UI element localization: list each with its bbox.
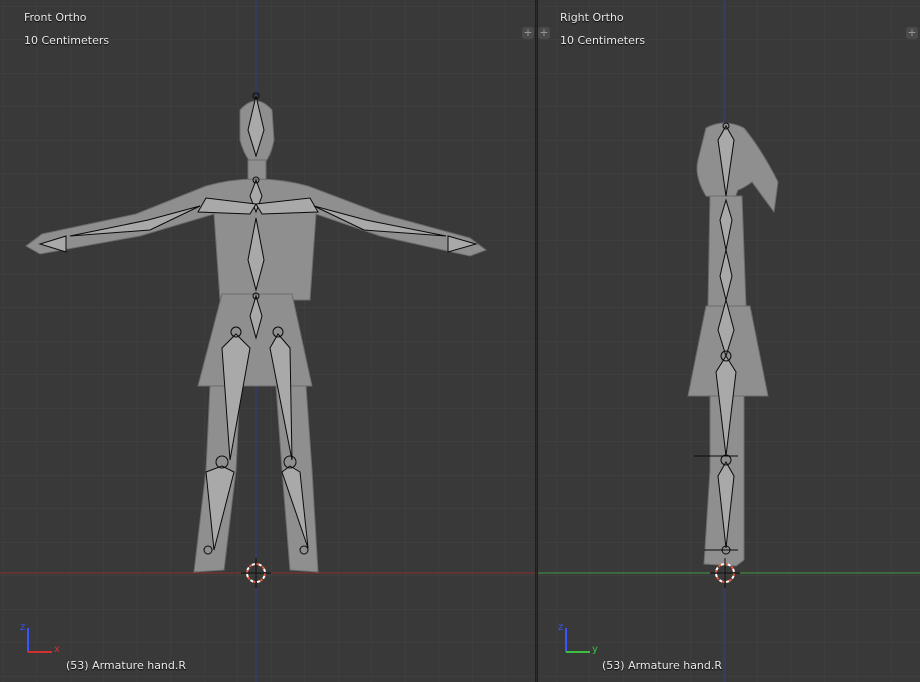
viewport-right-ortho[interactable]: + Right Ortho 10 Centimeters + y z (53) … [537,0,920,682]
right-scene [538,0,920,682]
viewport-front-ortho[interactable]: Front Ortho 10 Centimeters + x z (53) Ar… [0,0,536,682]
plus-icon[interactable]: + [906,27,918,39]
axis-gizmo-icon: y z [558,622,598,655]
status-text: (53) Armature hand.R [66,659,187,672]
scale-label: 10 Centimeters [560,34,646,47]
plus-icon[interactable]: + [538,27,550,39]
gizmo-z-label: z [20,622,25,633]
gizmo-y-label: y [592,644,598,655]
gizmo-x-label: x [54,644,60,655]
gizmo-z-label: z [558,622,563,633]
plus-icon[interactable]: + [522,27,534,39]
status-text: (53) Armature hand.R [602,659,723,672]
scale-label: 10 Centimeters [24,34,110,47]
front-scene [0,0,535,682]
view-name: Front Ortho [24,11,87,24]
view-name: Right Ortho [560,11,624,24]
axis-gizmo-icon: x z [20,622,60,655]
